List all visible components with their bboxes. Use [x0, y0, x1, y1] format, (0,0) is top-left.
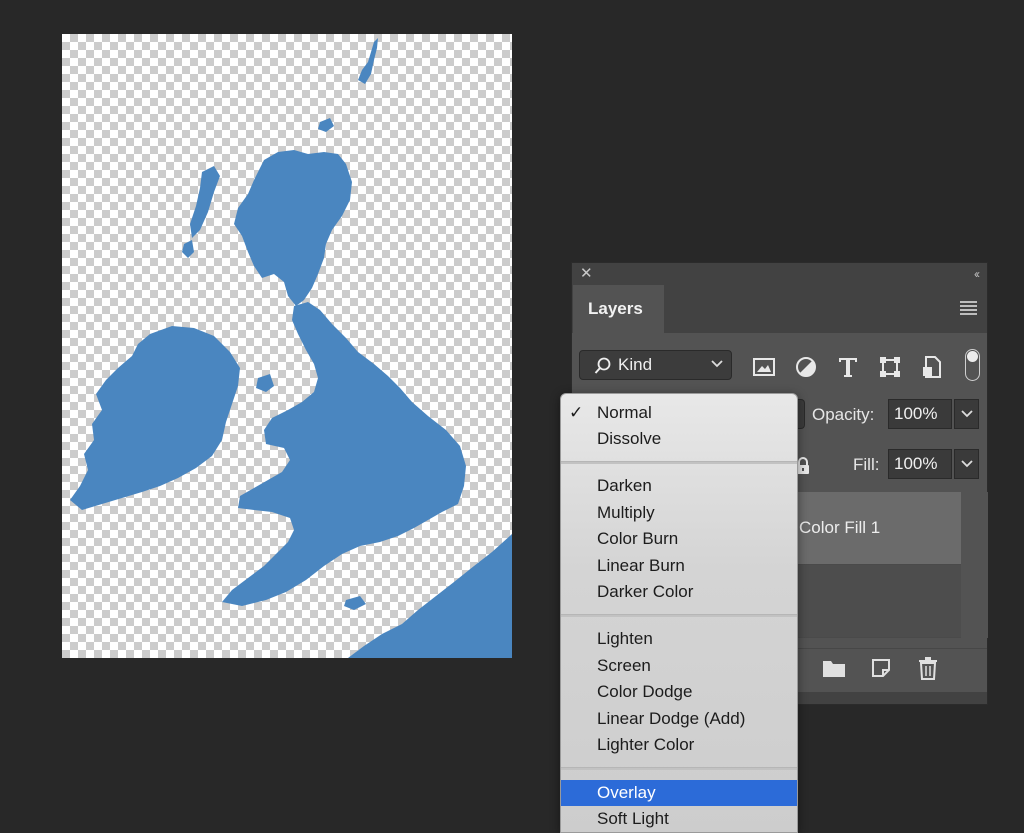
trash-icon[interactable]	[918, 657, 938, 680]
panel-tab-row: Layers	[572, 285, 987, 333]
menu-item-overlay[interactable]: Overlay	[561, 780, 797, 806]
menu-item-linear-dodge[interactable]: Linear Dodge (Add)	[561, 706, 797, 732]
menu-item-dissolve[interactable]: Dissolve	[561, 426, 797, 452]
layer-row[interactable]	[798, 565, 961, 637]
menu-item-linear-burn[interactable]: Linear Burn	[561, 553, 797, 579]
new-group-folder-icon[interactable]	[822, 657, 846, 679]
british-isles-map-image	[70, 38, 512, 658]
pixel-layer-filter-icon[interactable]	[752, 355, 776, 379]
checkmark-icon: ✓	[569, 403, 584, 422]
menu-separator	[561, 767, 797, 770]
fill-label: Fill:	[853, 455, 880, 474]
menu-item-soft-light[interactable]: Soft Light	[561, 806, 797, 832]
adjustment-layer-filter-icon[interactable]	[794, 355, 818, 379]
menu-item-lighten[interactable]: Lighten	[561, 626, 797, 652]
tab-layers[interactable]: Layers	[573, 285, 664, 333]
blend-mode-dropdown: ✓ Normal Dissolve Darken Multiply Color …	[560, 393, 798, 833]
kind-filter-select[interactable]: Kind	[579, 350, 732, 380]
menu-separator	[561, 461, 797, 464]
menu-item-lighter-color[interactable]: Lighter Color	[561, 732, 797, 758]
opacity-label: Opacity:	[812, 405, 875, 424]
menu-item-multiply[interactable]: Multiply	[561, 500, 797, 526]
layer-row-color-fill[interactable]: Color Fill 1	[798, 492, 961, 564]
fill-dropdown-button[interactable]	[954, 449, 979, 479]
chevron-down-icon	[711, 360, 723, 368]
kind-filter-label: Kind	[618, 355, 653, 374]
panel-titlebar: ✕ ‹‹	[572, 263, 987, 285]
fill-input[interactable]: 100%	[888, 449, 952, 479]
close-icon[interactable]: ✕	[580, 265, 593, 283]
menu-separator	[561, 614, 797, 617]
collapse-panel-icon[interactable]: ‹‹	[974, 266, 980, 282]
menu-item-screen[interactable]: Screen	[561, 653, 797, 679]
panel-menu-icon[interactable]	[960, 301, 977, 317]
filter-toggle-switch[interactable]	[965, 349, 980, 381]
smart-object-filter-icon[interactable]	[920, 355, 944, 379]
shape-layer-filter-icon[interactable]	[878, 355, 902, 379]
layer-list-scroll-area	[961, 492, 988, 638]
menu-item-color-burn[interactable]: Color Burn	[561, 526, 797, 552]
chevron-down-icon	[961, 410, 973, 418]
opacity-input[interactable]: 100%	[888, 399, 952, 429]
menu-item-color-dodge[interactable]: Color Dodge	[561, 679, 797, 705]
menu-item-darken[interactable]: Darken	[561, 473, 797, 499]
search-icon	[594, 357, 611, 374]
menu-item-label: Normal	[597, 403, 652, 422]
type-layer-filter-icon[interactable]	[836, 355, 860, 379]
menu-item-darker-color[interactable]: Darker Color	[561, 579, 797, 605]
chevron-down-icon	[961, 460, 973, 468]
new-layer-icon[interactable]	[870, 657, 892, 679]
layer-name: Color Fill 1	[799, 518, 881, 537]
menu-item-normal[interactable]: ✓ Normal	[561, 400, 797, 426]
document-canvas[interactable]	[62, 34, 512, 658]
opacity-dropdown-button[interactable]	[954, 399, 979, 429]
